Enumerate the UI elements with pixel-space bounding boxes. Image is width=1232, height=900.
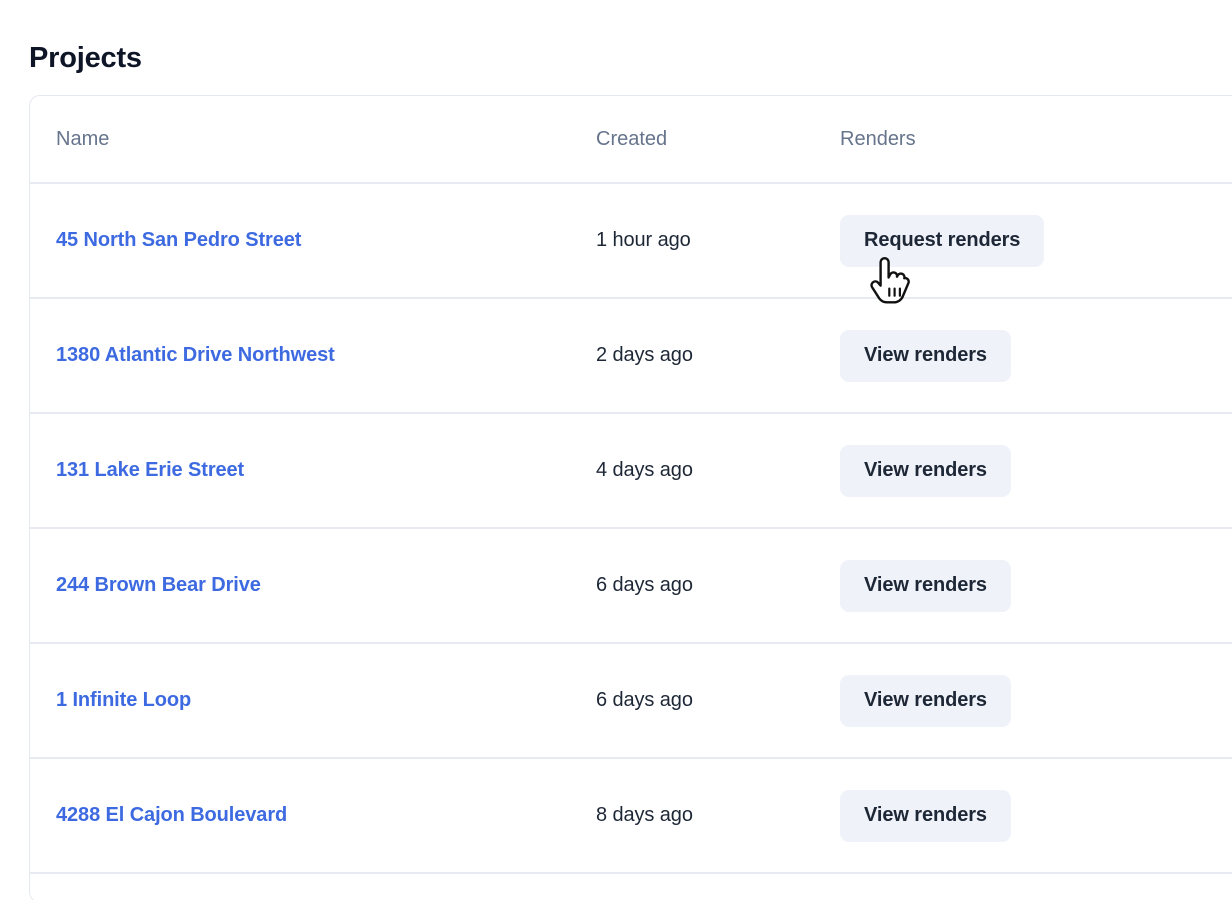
cell-name	[30, 873, 596, 900]
cell-created: 8 days ago	[596, 758, 840, 874]
project-link[interactable]: 1380 Atlantic Drive Northwest	[56, 344, 335, 366]
table-body: 45 North San Pedro Street 1 hour ago Req…	[30, 183, 1232, 900]
created-text: 6 days ago	[596, 574, 693, 596]
request-renders-button[interactable]: Request renders	[840, 214, 1045, 267]
cell-renders: Request renders	[840, 183, 1232, 299]
table-row: 45 North San Pedro Street 1 hour ago Req…	[30, 183, 1232, 299]
created-text: 4 days ago	[596, 459, 693, 481]
column-header-created[interactable]: Created	[596, 96, 840, 184]
table-row: 131 Lake Erie Street 4 days ago View ren…	[30, 413, 1232, 529]
column-header-name[interactable]: Name	[30, 96, 596, 184]
view-renders-button[interactable]: View renders	[840, 329, 1011, 382]
view-renders-button[interactable]: View renders	[840, 559, 1011, 612]
created-text: 2 days ago	[596, 344, 693, 366]
table-row: 244 Brown Bear Drive 6 days ago View ren…	[30, 528, 1232, 644]
cell-name: 45 North San Pedro Street	[30, 183, 596, 299]
table-row-partial	[30, 873, 1232, 900]
table-row: 1380 Atlantic Drive Northwest 2 days ago…	[30, 298, 1232, 414]
cell-created: 4 days ago	[596, 413, 840, 529]
table-header-row: Name Created Renders	[30, 96, 1232, 184]
cell-name: 4288 El Cajon Boulevard	[30, 758, 596, 874]
cell-created: 2 days ago	[596, 298, 840, 414]
column-header-renders[interactable]: Renders	[840, 96, 1232, 184]
cell-name: 244 Brown Bear Drive	[30, 528, 596, 644]
cell-created: 6 days ago	[596, 643, 840, 759]
cell-renders: View renders	[840, 643, 1232, 759]
table-header: Name Created Renders	[30, 96, 1232, 184]
projects-table-card: Name Created Renders 45 North San Pedro …	[29, 95, 1232, 900]
cell-name: 131 Lake Erie Street	[30, 413, 596, 529]
table-row: 4288 El Cajon Boulevard 8 days ago View …	[30, 758, 1232, 874]
projects-table: Name Created Renders 45 North San Pedro …	[30, 96, 1232, 900]
project-link[interactable]: 131 Lake Erie Street	[56, 459, 244, 481]
cell-created	[596, 873, 840, 900]
created-text: 8 days ago	[596, 804, 693, 826]
cell-created: 1 hour ago	[596, 183, 840, 299]
cell-renders: View renders	[840, 758, 1232, 874]
view-renders-button[interactable]: View renders	[840, 444, 1011, 497]
project-link[interactable]: 1 Infinite Loop	[56, 689, 191, 711]
cell-name: 1 Infinite Loop	[30, 643, 596, 759]
cell-name: 1380 Atlantic Drive Northwest	[30, 298, 596, 414]
created-text: 6 days ago	[596, 689, 693, 711]
table-row: 1 Infinite Loop 6 days ago View renders	[30, 643, 1232, 759]
projects-page: Projects Name Created Renders 45 North S…	[0, 0, 1232, 900]
project-link[interactable]: 4288 El Cajon Boulevard	[56, 804, 287, 826]
cell-renders: View renders	[840, 528, 1232, 644]
cell-renders: View renders	[840, 298, 1232, 414]
cell-renders	[840, 873, 1232, 900]
project-link[interactable]: 45 North San Pedro Street	[56, 229, 301, 251]
view-renders-button[interactable]: View renders	[840, 789, 1011, 842]
cell-created: 6 days ago	[596, 528, 840, 644]
page-title: Projects	[29, 42, 142, 74]
view-renders-button[interactable]: View renders	[840, 674, 1011, 727]
created-text: 1 hour ago	[596, 229, 691, 251]
cell-renders: View renders	[840, 413, 1232, 529]
project-link[interactable]: 244 Brown Bear Drive	[56, 574, 261, 596]
